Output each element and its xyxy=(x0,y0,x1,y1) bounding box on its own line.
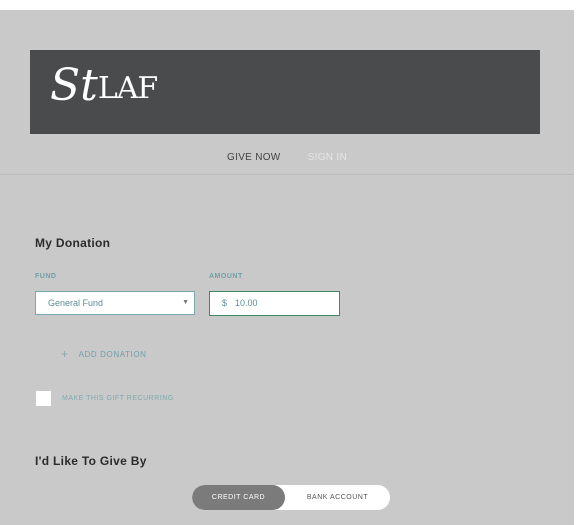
my-donation-title: My Donation xyxy=(35,236,111,250)
fund-label: FUND xyxy=(35,273,57,280)
bank-account-option[interactable]: BANK ACCOUNT xyxy=(285,485,390,510)
tab-sign-in[interactable]: SIGN IN xyxy=(308,152,347,163)
header-banner: StLAF xyxy=(30,50,540,134)
payment-method-toggle: CREDIT CARD BANK ACCOUNT xyxy=(192,485,390,510)
st-olaf-logo[interactable]: StLAF xyxy=(50,64,158,108)
logo-st-text: St xyxy=(50,60,98,111)
credit-card-option[interactable]: CREDIT CARD xyxy=(192,485,285,510)
fund-select-value: General Fund xyxy=(48,298,104,308)
tab-give-now[interactable]: GIVE NOW xyxy=(227,152,281,163)
amount-input[interactable]: $10.00 xyxy=(209,291,340,316)
top-strip xyxy=(0,0,582,10)
recurring-label[interactable]: MAKE THIS GIFT RECURRING xyxy=(62,395,174,402)
right-strip xyxy=(574,0,582,525)
fund-select[interactable]: General Fund ▼ xyxy=(35,291,195,315)
main-nav: GIVE NOW SIGN IN xyxy=(0,152,574,174)
currency-symbol: $ xyxy=(222,298,228,308)
plus-icon: + xyxy=(61,347,69,361)
nav-divider xyxy=(0,174,574,175)
logo-laf-text: LAF xyxy=(97,71,158,106)
amount-label: AMOUNT xyxy=(209,273,243,280)
give-by-title: I'd Like To Give By xyxy=(35,454,147,468)
recurring-checkbox[interactable] xyxy=(36,391,51,406)
add-donation-label: ADD DONATION xyxy=(78,350,147,359)
add-donation-button[interactable]: + ADD DONATION xyxy=(61,346,147,361)
chevron-down-icon: ▼ xyxy=(182,299,189,306)
amount-value: 10.00 xyxy=(235,298,258,308)
